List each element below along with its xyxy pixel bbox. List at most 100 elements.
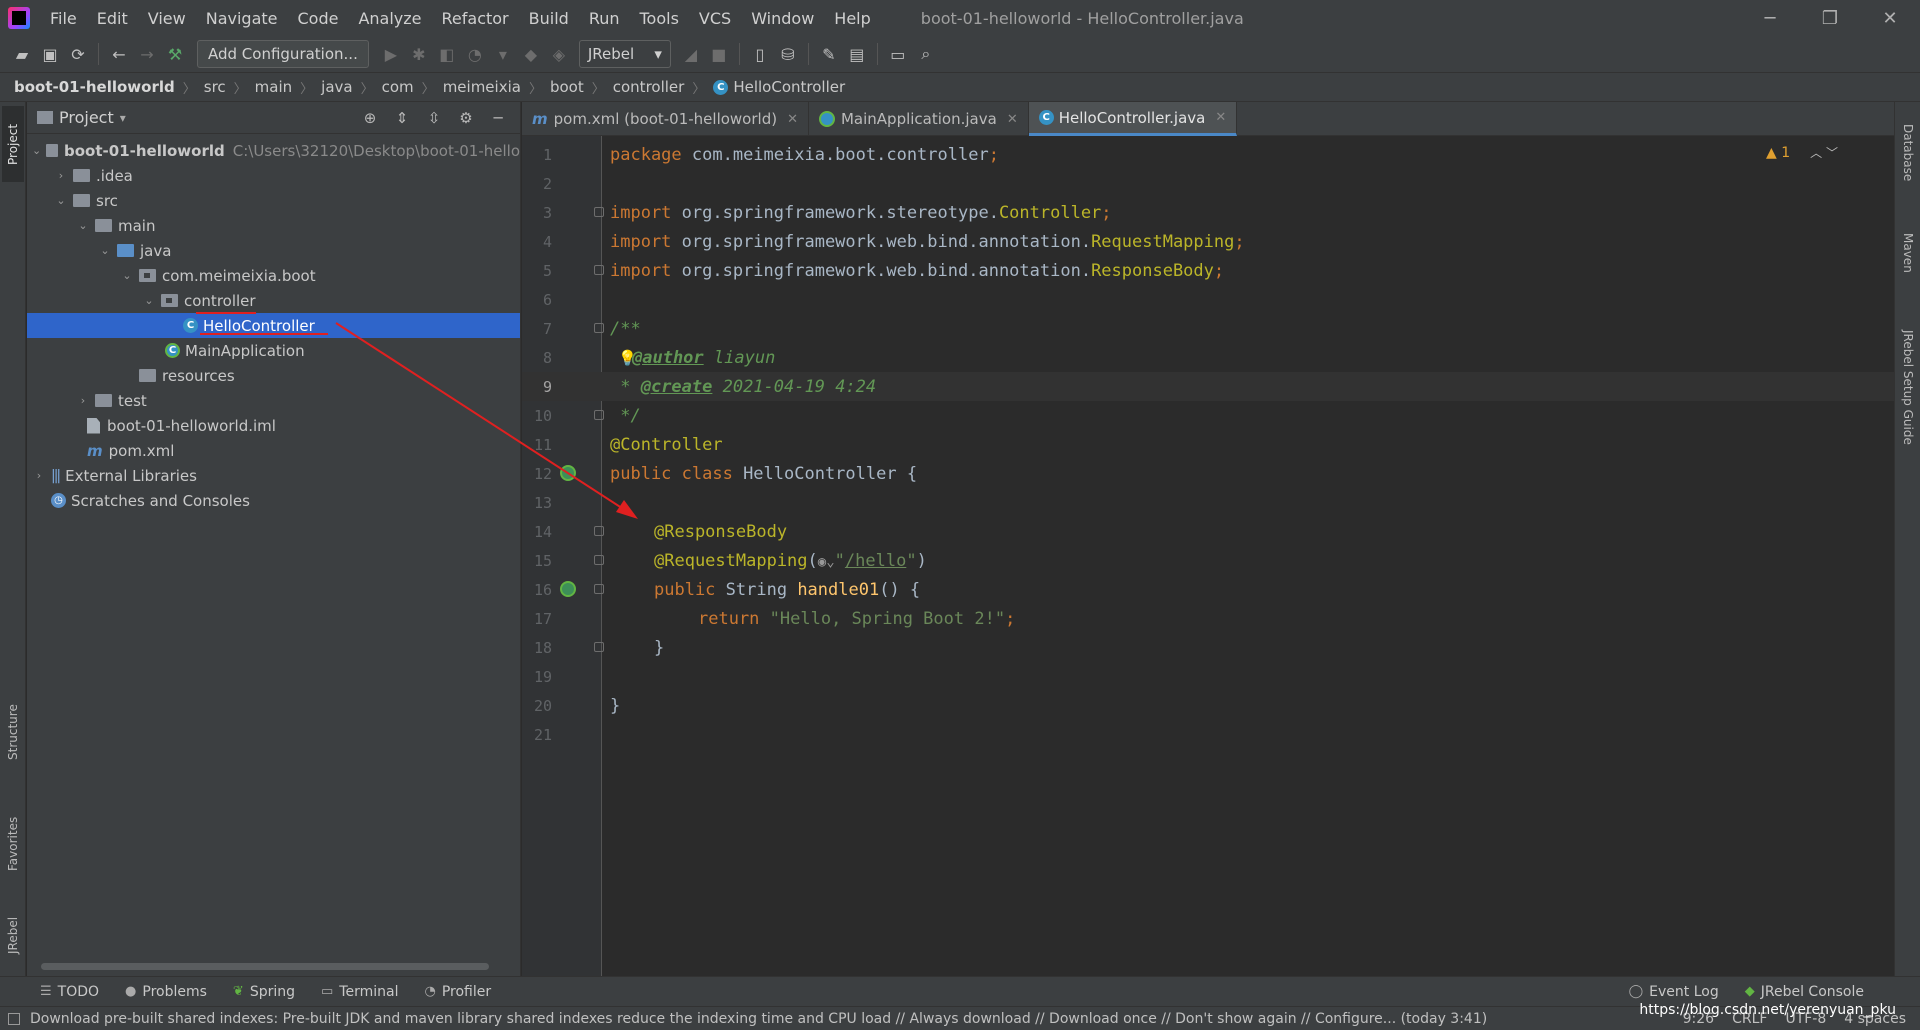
chevron-right-icon[interactable]: ›: [53, 169, 69, 182]
fold-icon[interactable]: [594, 207, 604, 217]
crumb-meimeixia[interactable]: meimeixia: [443, 78, 521, 96]
tool-profiler[interactable]: ◔ Profiler: [424, 984, 491, 1000]
chevron-down-icon[interactable]: ▾: [120, 111, 126, 125]
chevron-down-icon[interactable]: ⌄: [75, 219, 91, 232]
coverage-icon[interactable]: ◧: [433, 40, 461, 68]
tab-hello-controller[interactable]: C HelloController.java ✕: [1028, 102, 1238, 136]
fold-icon[interactable]: [594, 265, 604, 275]
tool-tab-database[interactable]: Database: [1898, 108, 1918, 198]
tool-tab-project[interactable]: Project: [2, 106, 24, 182]
tree-item-iml[interactable]: boot-01-helloworld.iml: [27, 413, 520, 438]
tree-item-test[interactable]: › test: [27, 388, 520, 413]
search-icon[interactable]: ⌕: [912, 40, 940, 68]
chevron-right-icon[interactable]: ›: [75, 394, 91, 407]
tab-pom-xml[interactable]: m pom.xml (boot-01-helloworld) ✕: [522, 102, 809, 136]
chevron-down-icon[interactable]: ⌄: [141, 294, 157, 307]
settings-wrench-icon[interactable]: ✎: [815, 40, 843, 68]
close-icon[interactable]: ✕: [1215, 110, 1226, 125]
gear-icon[interactable]: ⚙: [450, 104, 482, 132]
code-editor[interactable]: ▲ 1 ︿ ﹀ 1 package com.meimeixia.boot.con…: [522, 136, 1894, 976]
crumb-java[interactable]: java: [321, 78, 352, 96]
menu-tools[interactable]: Tools: [630, 9, 689, 28]
debug-icon[interactable]: ✱: [405, 40, 433, 68]
spring-bean-gutter-icon[interactable]: [560, 465, 576, 481]
tree-item-pom[interactable]: m pom.xml: [27, 438, 520, 463]
jrebel-update-icon[interactable]: ◢: [677, 40, 705, 68]
vcs-icon[interactable]: ⛁: [774, 40, 802, 68]
tree-item-package[interactable]: ⌄ com.meimeixia.boot: [27, 263, 520, 288]
tree-item-external-libraries[interactable]: › ||| External Libraries: [27, 463, 520, 488]
run-dropdown-icon[interactable]: ▾: [489, 40, 517, 68]
crumb-main[interactable]: main: [255, 78, 292, 96]
tool-tab-favorites[interactable]: Favorites: [2, 802, 24, 886]
chevron-down-icon[interactable]: ⌄: [53, 194, 69, 207]
menu-build[interactable]: Build: [519, 9, 579, 28]
menu-vcs[interactable]: VCS: [689, 9, 741, 28]
menu-navigate[interactable]: Navigate: [196, 9, 288, 28]
intellij-logo-icon[interactable]: [8, 7, 30, 29]
jrebel-debug-icon[interactable]: ◈: [545, 40, 573, 68]
tool-tab-jrebel[interactable]: JRebel: [2, 902, 24, 968]
collapse-all-icon[interactable]: ⇳: [418, 104, 450, 132]
tree-item-idea[interactable]: › .idea: [27, 163, 520, 188]
expand-all-icon[interactable]: ⇕: [386, 104, 418, 132]
crumb-project[interactable]: boot-01-helloworld: [14, 78, 175, 96]
tree-item-java[interactable]: ⌄ java: [27, 238, 520, 263]
crumb-src[interactable]: src: [204, 78, 226, 96]
crumb-hello-controller[interactable]: HelloController: [733, 78, 845, 96]
fold-icon[interactable]: [594, 323, 604, 333]
restore-icon[interactable]: ❐: [1800, 0, 1860, 36]
chevron-down-icon[interactable]: ⌄: [31, 144, 42, 157]
spring-endpoint-gutter-icon[interactable]: [560, 581, 576, 597]
close-icon[interactable]: ✕: [787, 112, 798, 127]
tree-item-main-application[interactable]: C MainApplication: [27, 338, 520, 363]
menu-edit[interactable]: Edit: [87, 9, 138, 28]
fold-icon[interactable]: [594, 526, 604, 536]
device-icon[interactable]: ▯: [746, 40, 774, 68]
menu-run[interactable]: Run: [579, 9, 630, 28]
terminal-window-icon[interactable]: ▭: [884, 40, 912, 68]
stop-icon[interactable]: ■: [705, 40, 733, 68]
add-configuration-button[interactable]: Add Configuration...: [197, 40, 369, 68]
tool-terminal[interactable]: ▭ Terminal: [321, 984, 398, 1000]
back-arrow-icon[interactable]: ←: [105, 40, 133, 68]
tool-event-log[interactable]: ◯ Event Log: [1629, 984, 1719, 1000]
menu-code[interactable]: Code: [288, 9, 349, 28]
menu-help[interactable]: Help: [824, 9, 880, 28]
status-message[interactable]: Download pre-built shared indexes: Pre-b…: [30, 1011, 1487, 1027]
build-hammer-icon[interactable]: ⚒: [161, 40, 189, 68]
horizontal-scrollbar[interactable]: [41, 963, 489, 970]
crumb-com[interactable]: com: [382, 78, 414, 96]
open-folder-icon[interactable]: ▰: [8, 40, 36, 68]
tool-tab-structure[interactable]: Structure: [2, 692, 24, 772]
chevron-down-icon[interactable]: ⌄: [119, 269, 135, 282]
crumb-controller[interactable]: controller: [613, 78, 685, 96]
hide-panel-icon[interactable]: ─: [482, 104, 514, 132]
profile-icon[interactable]: ◔: [461, 40, 489, 68]
crumb-boot[interactable]: boot: [550, 78, 584, 96]
tool-tab-jrebel-setup-guide[interactable]: JRebel Setup Guide: [1898, 312, 1918, 462]
chevron-right-icon[interactable]: ›: [31, 469, 47, 482]
save-all-icon[interactable]: ▣: [36, 40, 64, 68]
tree-item-main[interactable]: ⌄ main: [27, 213, 520, 238]
menu-refactor[interactable]: Refactor: [432, 9, 519, 28]
tree-item-scratches[interactable]: ◷ Scratches and Consoles: [27, 488, 520, 513]
jrebel-run-icon[interactable]: ◆: [517, 40, 545, 68]
run-icon[interactable]: ▶: [377, 40, 405, 68]
tool-jrebel-console[interactable]: ◆ JRebel Console: [1745, 984, 1864, 1000]
menu-window[interactable]: Window: [741, 9, 824, 28]
minimize-icon[interactable]: ─: [1740, 0, 1800, 36]
close-icon[interactable]: ✕: [1007, 112, 1018, 127]
tree-item-resources[interactable]: resources: [27, 363, 520, 388]
tree-item-controller[interactable]: ⌄ controller: [27, 288, 520, 313]
project-structure-icon[interactable]: ▤: [843, 40, 871, 68]
status-toggle-icon[interactable]: [8, 1012, 20, 1025]
fold-icon[interactable]: [594, 642, 604, 652]
menu-analyze[interactable]: Analyze: [348, 9, 431, 28]
tree-item-src[interactable]: ⌄ src: [27, 188, 520, 213]
sync-icon[interactable]: ⟳: [64, 40, 92, 68]
fold-icon[interactable]: [594, 410, 604, 420]
jrebel-select[interactable]: JRebel ▾: [578, 40, 671, 68]
tool-todo[interactable]: ☰ TODO: [40, 984, 99, 1000]
project-panel-title[interactable]: Project: [59, 108, 114, 127]
